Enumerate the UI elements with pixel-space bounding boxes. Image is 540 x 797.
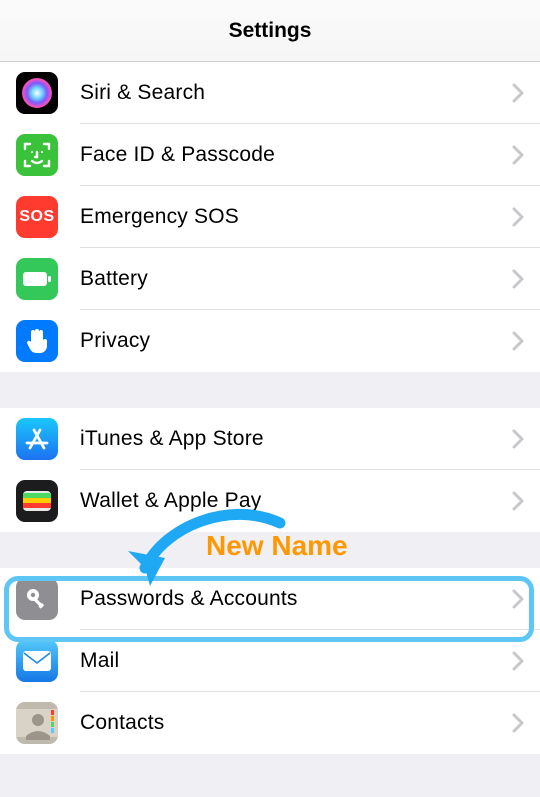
header: Settings: [0, 0, 540, 62]
chevron-right-icon: [512, 651, 524, 671]
settings-group-3: Passwords & Accounts Mail: [0, 568, 540, 754]
row-label: Passwords & Accounts: [80, 587, 504, 611]
settings-group-1: Siri & Search Face ID & Passcode: [0, 62, 540, 372]
siri-icon: [16, 72, 58, 114]
row-label: Wallet & Apple Pay: [80, 489, 504, 513]
annotation-label: New Name: [206, 530, 348, 562]
row-itunes-app-store[interactable]: iTunes & App Store: [0, 408, 540, 470]
chevron-right-icon: [512, 589, 524, 609]
page-title: Settings: [229, 19, 312, 43]
chevron-right-icon: [512, 145, 524, 165]
row-battery[interactable]: Battery: [0, 248, 540, 310]
row-wallet-apple-pay[interactable]: Wallet & Apple Pay: [0, 470, 540, 532]
row-label: iTunes & App Store: [80, 427, 504, 451]
row-label: Mail: [80, 649, 504, 673]
chevron-right-icon: [512, 491, 524, 511]
battery-icon: [16, 258, 58, 300]
sos-icon: SOS: [16, 196, 58, 238]
row-label: Privacy: [80, 329, 504, 353]
row-label: Battery: [80, 267, 504, 291]
row-label: Face ID & Passcode: [80, 143, 504, 167]
chevron-right-icon: [512, 269, 524, 289]
row-passwords-accounts[interactable]: Passwords & Accounts: [0, 568, 540, 630]
row-privacy[interactable]: Privacy: [0, 310, 540, 372]
row-mail[interactable]: Mail: [0, 630, 540, 692]
privacy-hand-icon: [16, 320, 58, 362]
chevron-right-icon: [512, 429, 524, 449]
row-siri-search[interactable]: Siri & Search: [0, 62, 540, 124]
contacts-icon: [16, 702, 58, 744]
chevron-right-icon: [512, 713, 524, 733]
chevron-right-icon: [512, 207, 524, 227]
settings-group-2: iTunes & App Store Wallet & Apple Pay: [0, 408, 540, 532]
mail-icon: [16, 640, 58, 682]
row-face-id-passcode[interactable]: Face ID & Passcode: [0, 124, 540, 186]
row-label: Emergency SOS: [80, 205, 504, 229]
key-icon: [16, 578, 58, 620]
app-store-icon: [16, 418, 58, 460]
chevron-right-icon: [512, 331, 524, 351]
face-id-icon: [16, 134, 58, 176]
row-label: Contacts: [80, 711, 504, 735]
row-contacts[interactable]: Contacts: [0, 692, 540, 754]
row-emergency-sos[interactable]: SOS Emergency SOS: [0, 186, 540, 248]
row-label: Siri & Search: [80, 81, 504, 105]
chevron-right-icon: [512, 83, 524, 103]
wallet-icon: [16, 480, 58, 522]
